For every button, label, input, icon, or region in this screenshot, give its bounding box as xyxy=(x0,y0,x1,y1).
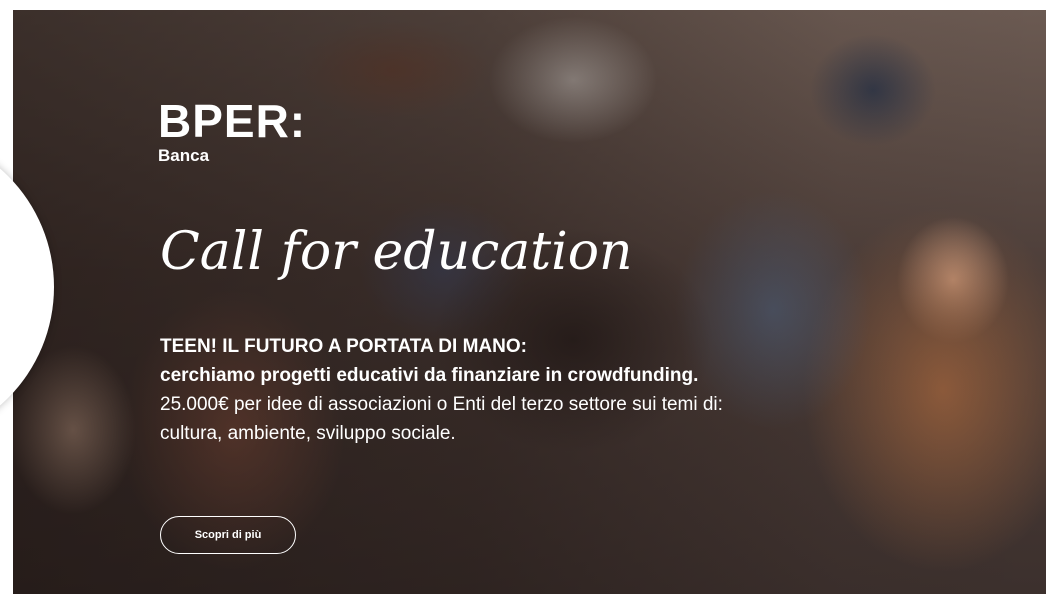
discover-more-button[interactable]: Scopri di più xyxy=(160,516,296,554)
bper-banca-logo: BPER: Banca xyxy=(158,98,306,166)
hero-text-block: TEEN! IL FUTURO A PORTATA DI MANO: cerch… xyxy=(160,332,920,448)
hero-headline-2: cerchiamo progetti educativi da finanzia… xyxy=(160,365,699,386)
hero-banner: BPER: Banca Call for education TEEN! IL … xyxy=(13,10,1046,594)
hero-script-title: Call for education xyxy=(160,222,633,282)
hero-headline-1: TEEN! IL FUTURO A PORTATA DI MANO: xyxy=(160,336,527,357)
logo-sub-text: Banca xyxy=(158,146,210,165)
hero-body-1: 25.000€ per idee di associazioni o Enti … xyxy=(160,394,723,415)
logo-brand-text: BPER: xyxy=(158,95,307,147)
page-frame: BPER: Banca Call for education TEEN! IL … xyxy=(0,0,1053,598)
hero-body-2: cultura, ambiente, sviluppo sociale. xyxy=(160,423,456,444)
